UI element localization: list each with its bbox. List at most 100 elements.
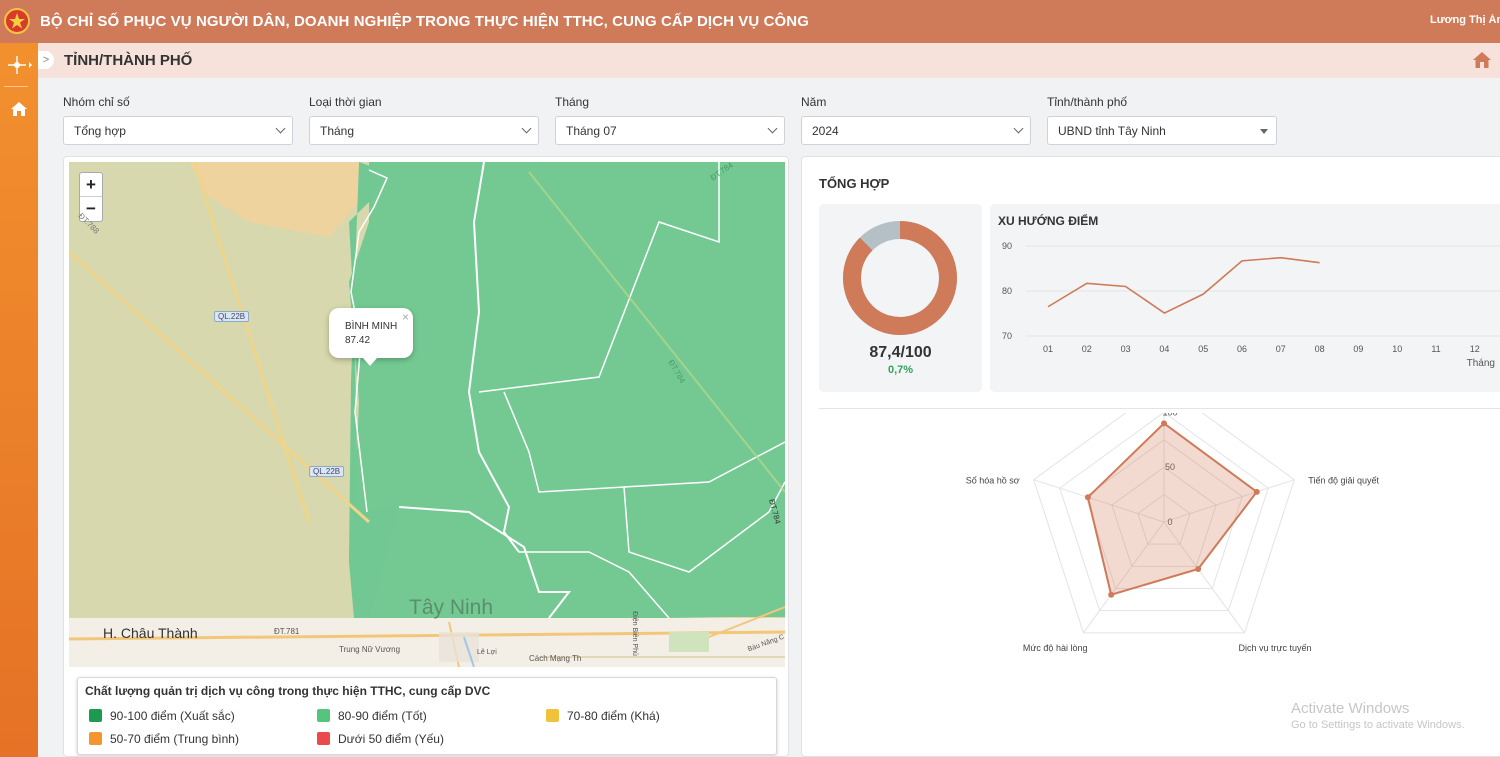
legend-item: 90-100 điểm (Xuất sắc)	[89, 709, 235, 723]
trend-tile: XU HƯỚNG ĐIỂM 90 80 70 01 02 03 04 05 06 07 08 09 10…	[990, 204, 1500, 392]
donut-value-arc	[843, 221, 957, 335]
select-value: 2024	[812, 124, 839, 138]
home-icon[interactable]	[1472, 51, 1492, 69]
chevron-down-icon	[521, 123, 532, 134]
x-tick-label: 11	[1431, 344, 1440, 354]
sitemap-icon[interactable]	[6, 53, 32, 77]
x-tick-label: 06	[1237, 344, 1247, 354]
legend-swatch	[89, 709, 102, 722]
home-icon[interactable]	[6, 97, 32, 121]
legend-label: 80-90 điểm (Tốt)	[338, 709, 427, 723]
district-label: H. Châu Thành	[103, 625, 198, 641]
index-group-select[interactable]: Tổng hợp	[63, 116, 293, 145]
legend-item: 50-70 điểm (Trung bình)	[89, 732, 239, 746]
filter-year: Năm 2024	[801, 95, 1031, 145]
filter-label: Loại thời gian	[309, 95, 382, 109]
legend-title: Chất lượng quản trị dịch vụ công trong t…	[85, 684, 491, 698]
map-view[interactable]: + − ĐT.788 ĐT.784 ĐT.784 ĐT.784 QL.22B Q…	[69, 162, 785, 667]
app-title: BỘ CHỈ SỐ PHỤC VỤ NGƯỜI DÂN, DOANH NGHIỆ…	[40, 13, 809, 30]
sidebar-toggle-button[interactable]: >	[38, 51, 54, 69]
time-type-select[interactable]: Tháng	[309, 116, 539, 145]
legend-label: 70-80 điểm (Khá)	[567, 709, 660, 723]
watermark-line: Activate Windows	[1291, 700, 1410, 717]
legend-label: 90-100 điểm (Xuất sắc)	[110, 709, 235, 723]
select-value: UBND tỉnh Tây Ninh	[1058, 124, 1166, 138]
map-legend: Chất lượng quản trị dịch vụ công trong t…	[77, 677, 777, 755]
road-label: Lê Lợi	[477, 649, 497, 656]
chevron-down-icon	[767, 123, 778, 134]
x-axis-title: Tháng	[1467, 358, 1495, 369]
filter-label: Năm	[801, 95, 827, 109]
radar-axis-label: Số hóa hồ sơ	[966, 476, 1020, 486]
app-header: BỘ CHỈ SỐ PHỤC VỤ NGƯỜI DÂN, DOANH NGHIỆ…	[0, 0, 1500, 43]
legend-item: Dưới 50 điểm (Yếu)	[317, 732, 444, 746]
legend-label: 50-70 điểm (Trung bình)	[110, 732, 239, 746]
summary-title: TỔNG HỢP	[819, 176, 890, 191]
filter-label: Nhóm chỉ số	[63, 95, 130, 109]
road-label: Điện Biên Phủ	[630, 611, 638, 656]
user-name[interactable]: Lương Thị Ánh	[1430, 14, 1500, 26]
road-label: Trung Nữ Vương	[339, 645, 401, 654]
chevron-down-icon	[1013, 123, 1024, 134]
x-tick-label: 07	[1276, 344, 1286, 354]
road-label: Cách Mạng Th	[529, 654, 582, 663]
score-tile: 87,4/100 0,7%	[819, 204, 982, 392]
radar-axis-label: Mức độ hài lòng	[1023, 643, 1088, 653]
map-popup: × BÌNH MINH 87.42	[329, 308, 413, 366]
page-title: TỈNH/THÀNH PHỐ	[64, 52, 193, 69]
filter-month: Tháng Tháng 07	[555, 95, 785, 145]
filter-label: Tháng	[555, 95, 590, 109]
month-select[interactable]: Tháng 07	[555, 116, 785, 145]
radar-axis-label: Tiến độ giải quyết	[1308, 476, 1379, 486]
trend-line-chart: 90 80 70 01 02 03 04 05 06 07 08 09 10 11 12 Tháng	[1002, 241, 1500, 369]
x-tick-label: 12	[1470, 344, 1480, 354]
os-activation-watermark: Activate Windows Go to Settings to activ…	[1291, 700, 1465, 731]
caret-down-icon	[1260, 129, 1268, 134]
filter-label: Tỉnh/thành phố	[1047, 95, 1128, 109]
radar-scale-label: 100	[1162, 413, 1177, 417]
year-select[interactable]: 2024	[801, 116, 1031, 145]
summary-card: TỔNG HỢP 87,4/100 0,7% XU HƯỚNG ĐIỂM 90 8…	[801, 156, 1500, 757]
section-divider	[819, 408, 1500, 409]
page-header: > TỈNH/THÀNH PHỐ	[38, 43, 1500, 78]
select-value: Tháng 07	[566, 124, 617, 138]
map-canvas	[69, 162, 785, 667]
zoom-in-button[interactable]: +	[80, 173, 102, 197]
x-tick-label: 08	[1315, 344, 1325, 354]
legend-swatch	[317, 709, 330, 722]
x-tick-label: 05	[1198, 344, 1208, 354]
highway-shield: QL.22B	[309, 466, 345, 477]
x-tick-label: 01	[1043, 344, 1053, 354]
sidebar-divider	[4, 86, 28, 87]
x-tick-label: 02	[1082, 344, 1092, 354]
province-select[interactable]: UBND tỉnh Tây Ninh	[1047, 116, 1277, 145]
y-tick-label: 70	[1002, 331, 1012, 341]
legend-item: 70-80 điểm (Khá)	[546, 709, 660, 723]
y-tick-label: 80	[1002, 286, 1012, 296]
score-change: 0,7%	[887, 364, 914, 376]
highway-shield: QL.22B	[214, 311, 250, 322]
radar-data-point	[1161, 420, 1167, 427]
road-label: ĐT.781	[274, 627, 300, 636]
sidebar	[0, 43, 38, 757]
map-card: + − ĐT.788 ĐT.784 ĐT.784 ĐT.784 QL.22B Q…	[63, 156, 789, 757]
legend-swatch	[89, 732, 102, 745]
select-value: Tổng hợp	[74, 124, 126, 138]
filter-index-group: Nhóm chỉ số Tổng hợp	[63, 95, 293, 145]
chevron-down-icon	[275, 123, 286, 134]
radar-axis-label: Dịch vụ trực tuyến	[1239, 643, 1312, 653]
total-score: 87,4/100	[869, 344, 932, 361]
x-tick-label: 03	[1121, 344, 1131, 354]
filter-time-type: Loại thời gian Tháng	[309, 95, 539, 145]
radar-data-point	[1108, 591, 1115, 598]
x-tick-label: 10	[1392, 344, 1402, 354]
close-icon[interactable]: ×	[402, 310, 409, 324]
x-tick-label: 04	[1159, 344, 1169, 354]
filter-province: Tỉnh/thành phố UBND tỉnh Tây Ninh	[1047, 95, 1277, 145]
y-tick-label: 90	[1002, 241, 1012, 251]
trend-series-line	[1047, 256, 1320, 314]
legend-swatch	[546, 709, 559, 722]
select-value: Tháng	[320, 124, 355, 138]
legend-item: 80-90 điểm (Tốt)	[317, 709, 427, 723]
legend-swatch	[317, 732, 330, 745]
